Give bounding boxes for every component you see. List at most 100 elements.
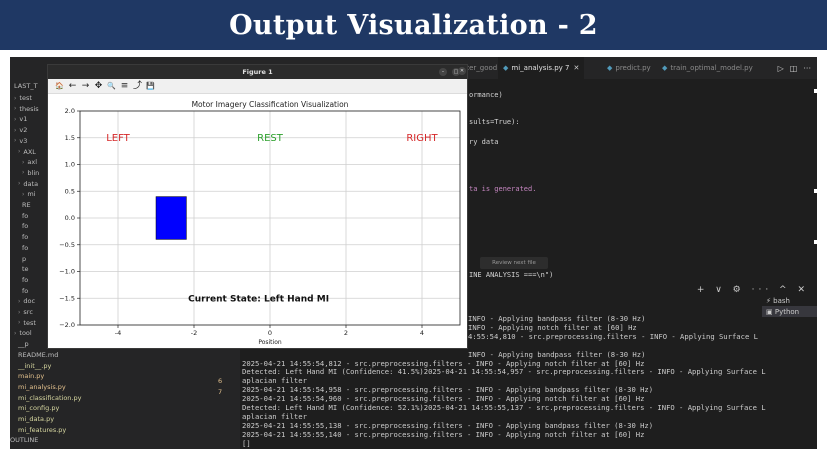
chevron-right-icon: ›	[14, 105, 17, 113]
y-tick-label: −1.0	[59, 268, 75, 276]
sidebar-item[interactable]: › test	[18, 318, 36, 328]
chevron-right-icon: ›	[18, 297, 21, 305]
sidebar-item[interactable]: › v1	[14, 114, 27, 124]
sidebar-item[interactable]: › v3	[14, 136, 27, 146]
sidebar-item[interactable]: mi_analysis.py	[18, 382, 66, 392]
sidebar-item-label: blin	[27, 168, 40, 177]
sidebar-item[interactable]: › blin	[22, 168, 39, 178]
code-line: sults=True):	[469, 118, 520, 126]
terminal-line: 2025-04-21 14:55:54,958 - src.preprocess…	[242, 385, 654, 395]
state-indicator-box	[155, 196, 187, 240]
sidebar-item-label: __init__.py	[18, 361, 52, 370]
run-icon[interactable]: ▷	[778, 64, 784, 73]
sidebar-item-label: fo	[22, 233, 29, 242]
python-file-icon: ◆	[503, 64, 509, 72]
region-label: REST	[257, 133, 284, 144]
save-icon[interactable]: 💾	[145, 80, 156, 93]
problem-count-badge: 6	[218, 377, 223, 385]
sidebar-item[interactable]: fo	[22, 211, 28, 221]
sidebar-item-label: mi_features.py	[18, 425, 67, 434]
sidebar-item[interactable]: OUTLINE	[10, 435, 38, 445]
sidebar-item[interactable]: › AXL	[18, 147, 36, 157]
back-icon[interactable]: ←	[67, 80, 78, 93]
python-file-icon: ◆	[662, 64, 668, 72]
x-tick-label: -4	[115, 329, 121, 337]
x-tick-label: -2	[191, 329, 197, 337]
terminal-line: 2025-04-21 14:55:55,138 - src.preprocess…	[242, 420, 654, 430]
terminal-shell-bash[interactable]: ⚡ bash	[762, 295, 817, 306]
configure-icon[interactable]: ≡	[119, 80, 130, 93]
code-line: ormance)	[469, 91, 503, 99]
terminal-line: Detected: Left Hand MI (Confidence: 52.1…	[242, 403, 766, 412]
sidebar-item-label: v1	[19, 115, 28, 124]
sidebar-item[interactable]: › test	[14, 93, 32, 103]
terminal-shell-python[interactable]: ▣ Python	[762, 306, 817, 317]
code-line: INE ANALYSIS ===\n")	[469, 271, 554, 279]
sidebar-item-label: fo	[22, 222, 29, 231]
sidebar-item[interactable]: › data	[18, 179, 38, 189]
terminal-line: INFO - Applying notch filter at [60] Hz	[468, 322, 637, 332]
sidebar-item[interactable]: te	[22, 264, 29, 274]
tab-predict[interactable]: ◆ predict.py	[607, 57, 651, 79]
sidebar-item-label: doc	[23, 297, 36, 306]
sidebar-item[interactable]: fo	[22, 275, 28, 285]
home-icon[interactable]: 🏠	[54, 80, 65, 93]
chart-title: Motor Imagery Classification Visualizati…	[192, 100, 349, 109]
close-icon[interactable]: ✕	[458, 67, 466, 75]
minimize-icon[interactable]: –	[439, 68, 447, 76]
sidebar-item[interactable]: __p	[18, 339, 29, 349]
sidebar-item[interactable]: fo	[22, 221, 28, 231]
scroll-marker	[814, 189, 817, 193]
more-icon[interactable]: ···	[803, 64, 811, 73]
tab-label: predict.py	[615, 64, 651, 72]
tab-train-optimal-model[interactable]: ◆ train_optimal_model.py	[662, 57, 753, 79]
sidebar-item-label: test	[23, 318, 36, 327]
sidebar-item[interactable]: main.py	[18, 371, 44, 381]
sidebar-item[interactable]: p	[22, 254, 26, 264]
sidebar-item[interactable]: › src	[18, 307, 33, 317]
terminal-line: aplacian filter	[242, 376, 307, 386]
edit-axis-icon[interactable]: ⤴	[132, 80, 143, 93]
vscode-screen: filter_good.pkl ◆ mi_analysis.py 7 ✕ ◆ p…	[10, 57, 817, 449]
sidebar-item[interactable]: README.md	[18, 350, 58, 360]
sidebar-item[interactable]: › thesis	[14, 104, 39, 114]
sidebar-item[interactable]: › tool	[14, 328, 32, 338]
sidebar-item[interactable]: mi_classification.py	[18, 393, 81, 403]
terminal-line: 4:55:54,810 - src.preprocessing.filters …	[468, 331, 758, 341]
sidebar-item-label: te	[22, 265, 29, 274]
x-axis-label: Position	[258, 339, 282, 346]
terminal-line: INFO - Applying bandpass filter (8-30 Hz…	[468, 349, 646, 359]
sidebar-item-label: test	[19, 94, 32, 102]
sidebar-item[interactable]: › mi	[22, 189, 36, 199]
sidebar-item[interactable]: fo	[22, 232, 28, 242]
y-tick-label: −2.0	[59, 321, 75, 329]
zoom-icon[interactable]: 🔍	[106, 80, 117, 93]
sidebar-item[interactable]: fo	[22, 286, 28, 296]
sidebar-item-label: axl	[27, 158, 38, 167]
figure-window[interactable]: Figure 1 – □ ✕ 🏠←→✥🔍≡⤴💾 -4 -2 0 2 4 −2.0 −1.5 −…	[47, 64, 468, 349]
forward-icon[interactable]: →	[80, 80, 91, 93]
terminal-actions[interactable]: + ∨ ⚙ ··· ^ ✕	[697, 285, 809, 295]
sidebar-item[interactable]: mi_data.py	[18, 414, 54, 424]
sidebar-item-label: fo	[22, 286, 29, 295]
split-editor-icon[interactable]: ◫	[790, 64, 798, 73]
close-icon[interactable]: ✕	[574, 64, 580, 72]
terminal-line: INFO - Applying bandpass filter (8-30 Hz…	[468, 314, 646, 323]
pan-icon[interactable]: ✥	[93, 80, 104, 93]
sidebar-item[interactable]: › doc	[18, 296, 35, 306]
figure-titlebar[interactable]: Figure 1 – □ ✕	[48, 65, 467, 79]
code-line: ta is generated.	[469, 185, 537, 193]
sidebar-item-label: p	[22, 254, 27, 263]
review-next-file-hint[interactable]: Review next file	[480, 257, 548, 269]
sidebar-item[interactable]: fo	[22, 243, 28, 253]
sidebar-item[interactable]: __init__.py	[18, 361, 51, 371]
plot-canvas[interactable]: -4 -2 0 2 4 −2.0 −1.5 −1.0 −0.5 0.0 0.5 1.0 1.5 2.0 Mo…	[48, 94, 467, 348]
terminal-line: 2025-04-21 14:55:55,140 - src.preprocess…	[242, 429, 645, 439]
tab-mi-analysis[interactable]: ◆ mi_analysis.py 7 ✕	[498, 57, 585, 79]
chevron-right-icon: ›	[22, 158, 25, 166]
sidebar-item[interactable]: mi_features.py	[18, 425, 66, 435]
sidebar-item[interactable]: › v2	[14, 125, 27, 135]
sidebar-item[interactable]: mi_config.py	[18, 403, 59, 413]
sidebar-item[interactable]: › axl	[22, 157, 37, 167]
sidebar-item[interactable]: RE	[22, 200, 31, 210]
